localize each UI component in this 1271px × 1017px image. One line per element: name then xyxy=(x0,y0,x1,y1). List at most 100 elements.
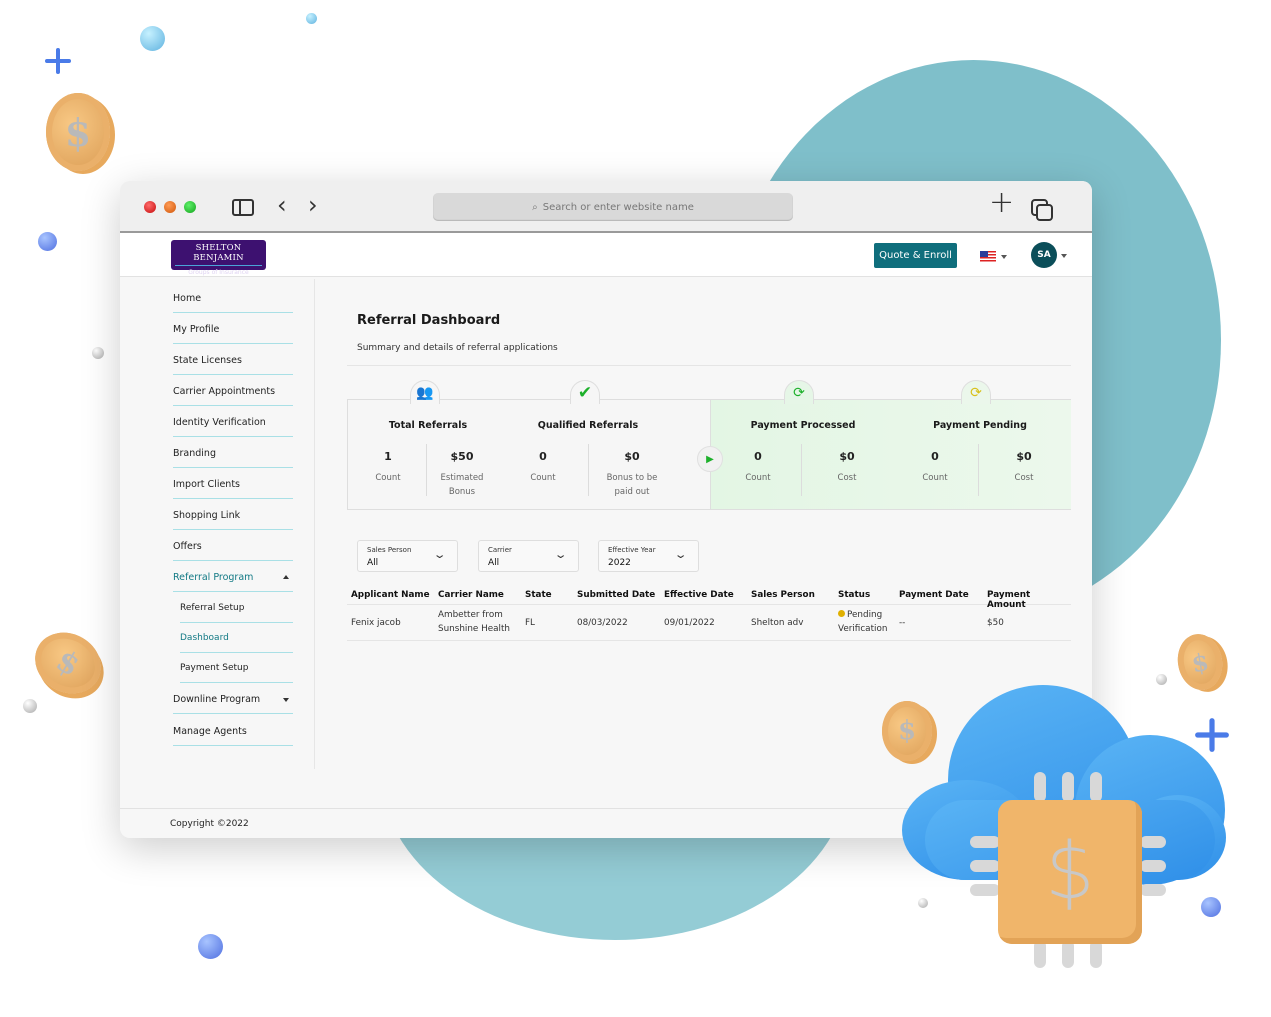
column-header[interactable]: Status xyxy=(838,590,870,600)
back-icon[interactable]: ‹ xyxy=(277,193,287,217)
payment-processed-cost-label: Cost xyxy=(837,473,857,483)
chevron-up-icon xyxy=(283,575,289,579)
qualified-referrals-count-label: Count xyxy=(530,473,556,483)
sidebar-nav: Home My Profile State Licenses Carrier A… xyxy=(120,279,315,769)
divider xyxy=(801,444,802,496)
sidebar-item-manage-agents[interactable]: Manage Agents xyxy=(173,715,293,746)
divider xyxy=(347,365,1071,366)
sales-person: Shelton adv xyxy=(751,618,804,628)
decor-sphere xyxy=(198,934,223,959)
qualified-referrals-title: Qualified Referrals xyxy=(537,420,639,431)
payment-processed-cost: $0 xyxy=(839,450,855,463)
estimated-bonus-value: $50 xyxy=(450,450,474,463)
payment-pending-count: 0 xyxy=(931,450,939,463)
column-header[interactable]: Applicant Name xyxy=(351,590,430,600)
column-header[interactable]: Payment Date xyxy=(899,590,969,600)
page-title: Referral Dashboard xyxy=(357,313,501,328)
bonus-to-be-paid-label: Bonus to be paid out xyxy=(606,473,658,497)
status-badge: Pending Verification xyxy=(838,608,887,636)
sidebar-item-identity-verification[interactable]: Identity Verification xyxy=(173,406,293,437)
app-header: SHELTON BENJAMIN Groups of Insurance Quo… xyxy=(120,233,1092,277)
play-arrow-icon[interactable]: ▶ xyxy=(697,446,723,472)
column-header[interactable]: Sales Person xyxy=(751,590,815,600)
payment-pending-title: Payment Pending xyxy=(933,420,1027,431)
status-text: Pending xyxy=(847,610,883,620)
bonus-to-be-paid-value: $0 xyxy=(624,450,640,463)
sidebar-item-payment-setup[interactable]: Payment Setup xyxy=(180,652,293,683)
carrier-name: Ambetter from Sunshine Health xyxy=(438,608,510,636)
estimated-bonus-label: Estimated Bonus xyxy=(440,473,484,497)
url-bar[interactable]: ⌕ Search or enter website name xyxy=(433,193,793,221)
column-header[interactable]: Effective Date xyxy=(664,590,734,600)
effective-year-filter[interactable]: Effective Year 2022 ⌄ xyxy=(598,540,699,572)
payment-pending-count-label: Count xyxy=(922,473,948,483)
minimize-window-button[interactable] xyxy=(164,201,176,213)
chip-pin xyxy=(1062,940,1074,968)
divider xyxy=(588,444,589,496)
forward-icon[interactable]: › xyxy=(308,193,318,217)
status-text: Verification xyxy=(838,624,888,634)
sales-person-filter[interactable]: Sales Person All ⌄ xyxy=(357,540,458,572)
user-avatar[interactable]: SA xyxy=(1031,242,1057,268)
column-header[interactable]: State xyxy=(525,590,552,600)
decor-sphere xyxy=(306,13,317,24)
sidebar-item-label: Downline Program xyxy=(173,694,261,705)
sidebar-item-branding[interactable]: Branding xyxy=(173,437,293,468)
sidebar-toggle-icon[interactable] xyxy=(232,199,254,216)
new-tab-button[interactable]: + xyxy=(989,188,1014,218)
search-icon: ⌕ xyxy=(532,201,538,213)
decor-sphere xyxy=(1201,897,1221,917)
page-subtitle: Summary and details of referral applicat… xyxy=(357,343,558,353)
browser-window: ‹ › ⌕ Search or enter website name + SHE… xyxy=(120,181,1092,838)
tabs-overview-icon[interactable] xyxy=(1031,199,1053,221)
sidebar-item-offers[interactable]: Offers xyxy=(173,530,293,561)
quote-enroll-button[interactable]: Quote & Enroll xyxy=(874,243,957,268)
total-referrals-count-label: Count xyxy=(375,473,401,483)
coin-icon: $ xyxy=(882,701,932,761)
chevron-down-icon: ⌄ xyxy=(553,548,568,561)
status-dot-icon xyxy=(838,610,845,617)
chip-pin xyxy=(1034,772,1046,802)
chevron-down-icon xyxy=(283,698,289,702)
payment-date: -- xyxy=(899,618,906,628)
referrals-users-icon: 👥 xyxy=(410,380,440,404)
brand-logo[interactable]: SHELTON BENJAMIN Groups of Insurance xyxy=(171,240,266,276)
sidebar-item-dashboard[interactable]: Dashboard xyxy=(180,622,293,653)
maximize-window-button[interactable] xyxy=(184,201,196,213)
column-header[interactable]: Submitted Date xyxy=(577,590,655,600)
chip-pin xyxy=(1140,884,1166,896)
sidebar-item-carrier-appointments[interactable]: Carrier Appointments xyxy=(173,375,293,406)
logo-title: SHELTON BENJAMIN xyxy=(175,240,262,266)
sidebar-item-home[interactable]: Home xyxy=(173,282,293,313)
sidebar-item-import-clients[interactable]: Import Clients xyxy=(173,468,293,499)
chip-pin xyxy=(1140,860,1166,872)
applicant-name: Fenix jacob xyxy=(351,618,401,628)
language-caret-icon[interactable] xyxy=(1001,255,1007,259)
payment-pending-cost: $0 xyxy=(1016,450,1032,463)
total-referrals-title: Total Referrals xyxy=(388,420,468,431)
sidebar-item-label: Referral Program xyxy=(173,572,254,583)
coin-icon: $ xyxy=(1173,630,1227,694)
us-flag-icon[interactable] xyxy=(980,251,996,262)
sidebar-item-my-profile[interactable]: My Profile xyxy=(173,313,293,344)
sidebar-item-state-licenses[interactable]: State Licenses xyxy=(173,344,293,375)
chip-pin xyxy=(970,836,1000,848)
payment-amount: $50 xyxy=(987,618,1004,628)
sidebar-item-referral-setup[interactable]: Referral Setup xyxy=(180,592,293,623)
sidebar-item-shopping-link[interactable]: Shopping Link xyxy=(173,499,293,530)
user-menu-caret-icon[interactable] xyxy=(1061,254,1067,258)
payment-pending-icon: ⟳ xyxy=(961,380,991,404)
column-header[interactable]: Carrier Name xyxy=(438,590,504,600)
payment-processed-title: Payment Processed xyxy=(750,420,856,431)
carrier-name-line: Ambetter from xyxy=(438,610,503,620)
decor-sphere xyxy=(38,232,57,251)
submitted-date: 08/03/2022 xyxy=(577,618,628,628)
table-row[interactable]: Fenix jacob Ambetter from Sunshine Healt… xyxy=(347,605,1071,641)
url-placeholder: Search or enter website name xyxy=(542,201,694,213)
close-window-button[interactable] xyxy=(144,201,156,213)
carrier-filter[interactable]: Carrier All ⌄ xyxy=(478,540,579,572)
chevron-down-icon: ⌄ xyxy=(673,548,688,561)
stats-panel: 👥 ✔ ⟳ ⟳ Total Referrals 1 Count $50 Esti… xyxy=(347,380,1071,510)
sidebar-item-referral-program[interactable]: Referral Program xyxy=(173,561,293,592)
sidebar-item-downline-program[interactable]: Downline Program xyxy=(173,683,293,714)
